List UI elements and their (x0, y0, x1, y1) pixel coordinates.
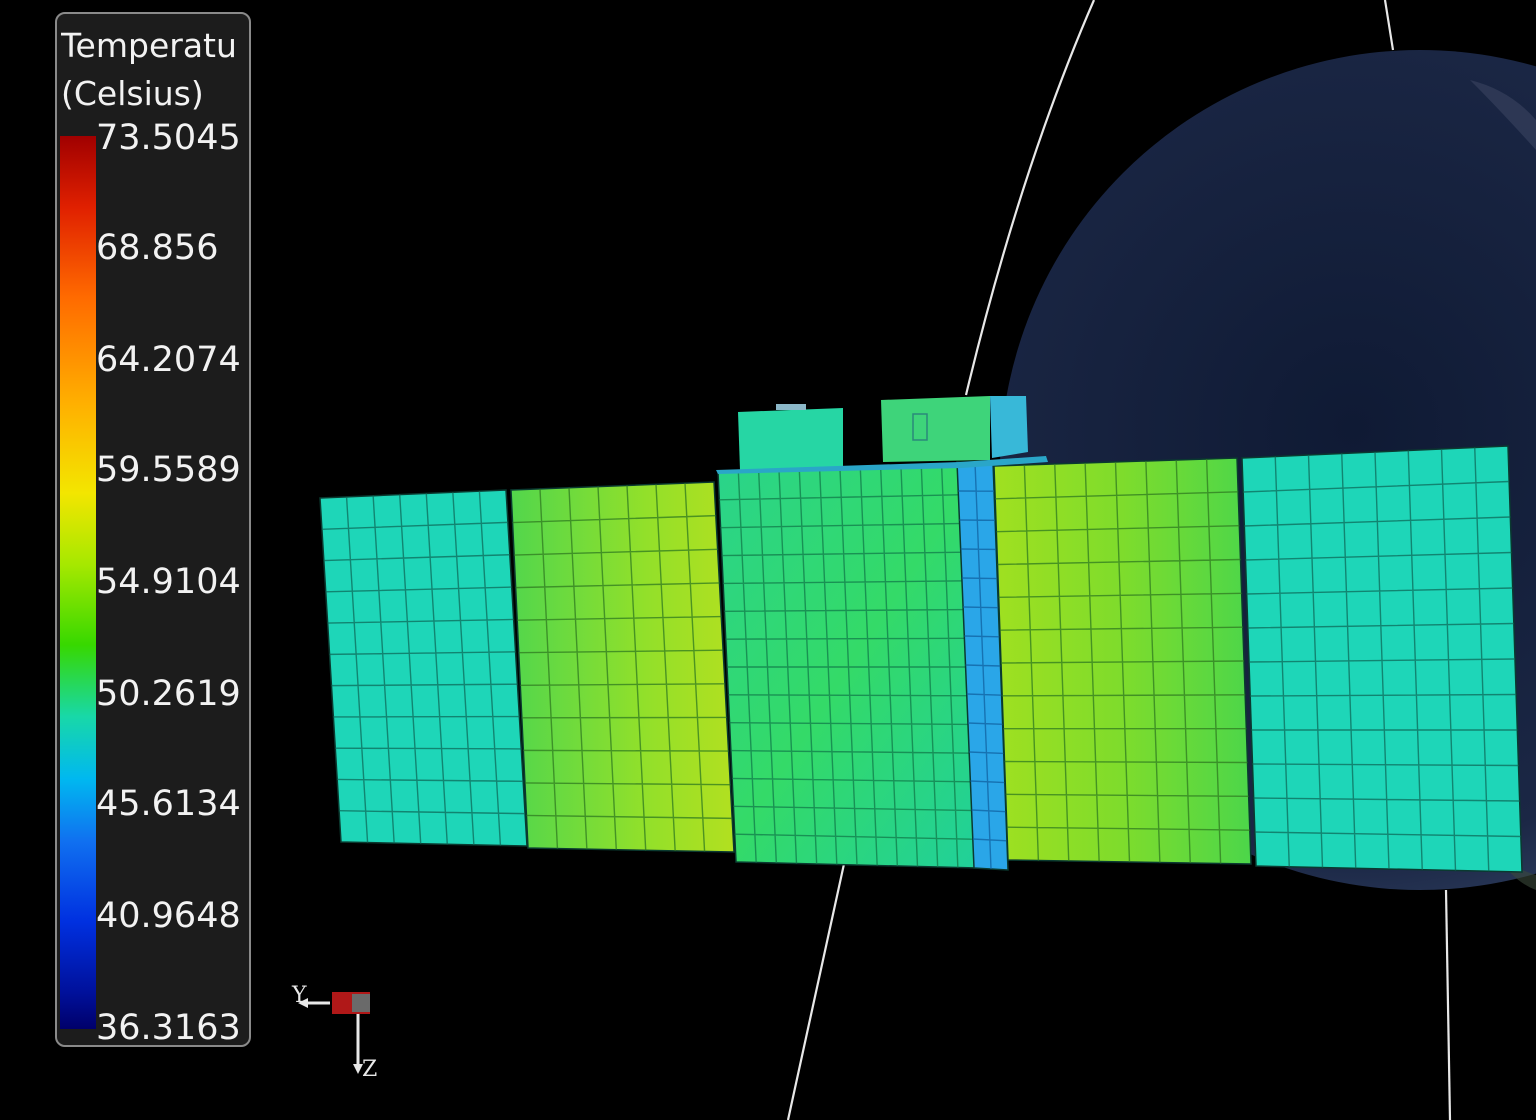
solar-panel-left-inner (510, 481, 735, 853)
satellite-body (717, 465, 979, 869)
top-module-left (738, 404, 843, 470)
legend-tick-label: 36.3163 (96, 1008, 241, 1047)
legend-tick-label: 73.5045 (96, 118, 241, 158)
legend-tick-label: 40.9648 (96, 896, 241, 936)
axis-y-label: Y (291, 983, 307, 1008)
solar-panel-right-inner (993, 457, 1252, 865)
legend-tick-label: 45.6134 (96, 784, 241, 824)
legend-tick-label: 64.2074 (96, 340, 241, 380)
legend-tick-label: 68.856 (96, 228, 219, 268)
legend-tick-label: 54.9104 (96, 562, 241, 602)
top-module-right (881, 396, 1028, 462)
color-legend: Temperatu (Celsius) 73.5045 68.856 64.20… (55, 12, 251, 1047)
legend-title-line1: Temperatu (61, 26, 237, 65)
axis-z-label: Z (362, 1057, 377, 1082)
solar-panel-left-outer (319, 489, 528, 847)
3d-viewport[interactable]: Y Z Temperatu (Celsius) 73.5045 68.856 6… (0, 0, 1536, 1120)
legend-color-bar (60, 136, 96, 1029)
legend-tick-label: 59.5589 (96, 450, 241, 490)
legend-tick-label: 50.2619 (96, 674, 241, 714)
solar-panel-right-outer (1241, 445, 1523, 873)
satellite-structure (319, 445, 1523, 873)
legend-title-line2: (Celsius) (61, 74, 204, 113)
axis-triad: Y Z (291, 983, 377, 1082)
legend-title: Temperatu (Celsius) (61, 22, 247, 118)
